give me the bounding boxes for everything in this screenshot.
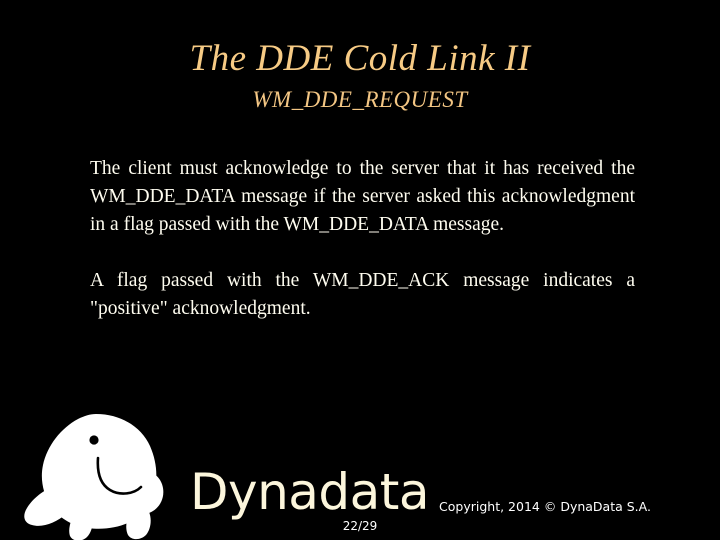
page-number: 22/29: [342, 519, 378, 533]
copyright-notice: Copyright, 2014 © DynaData S.A.: [439, 499, 651, 514]
slide-body: The client must acknowledge to the serve…: [90, 155, 635, 323]
title-block: The DDE Cold Link II WM_DDE_REQUEST: [0, 38, 720, 113]
body-paragraph: The client must acknowledge to the serve…: [90, 158, 635, 235]
slide-title: The DDE Cold Link II: [189, 38, 531, 79]
slide-subtitle: WM_DDE_REQUEST: [252, 87, 468, 112]
body-paragraph: A flag passed with the WM_DDE_ACK messag…: [90, 270, 635, 319]
slide-canvas: The DDE Cold Link II WM_DDE_REQUEST The …: [0, 0, 720, 540]
